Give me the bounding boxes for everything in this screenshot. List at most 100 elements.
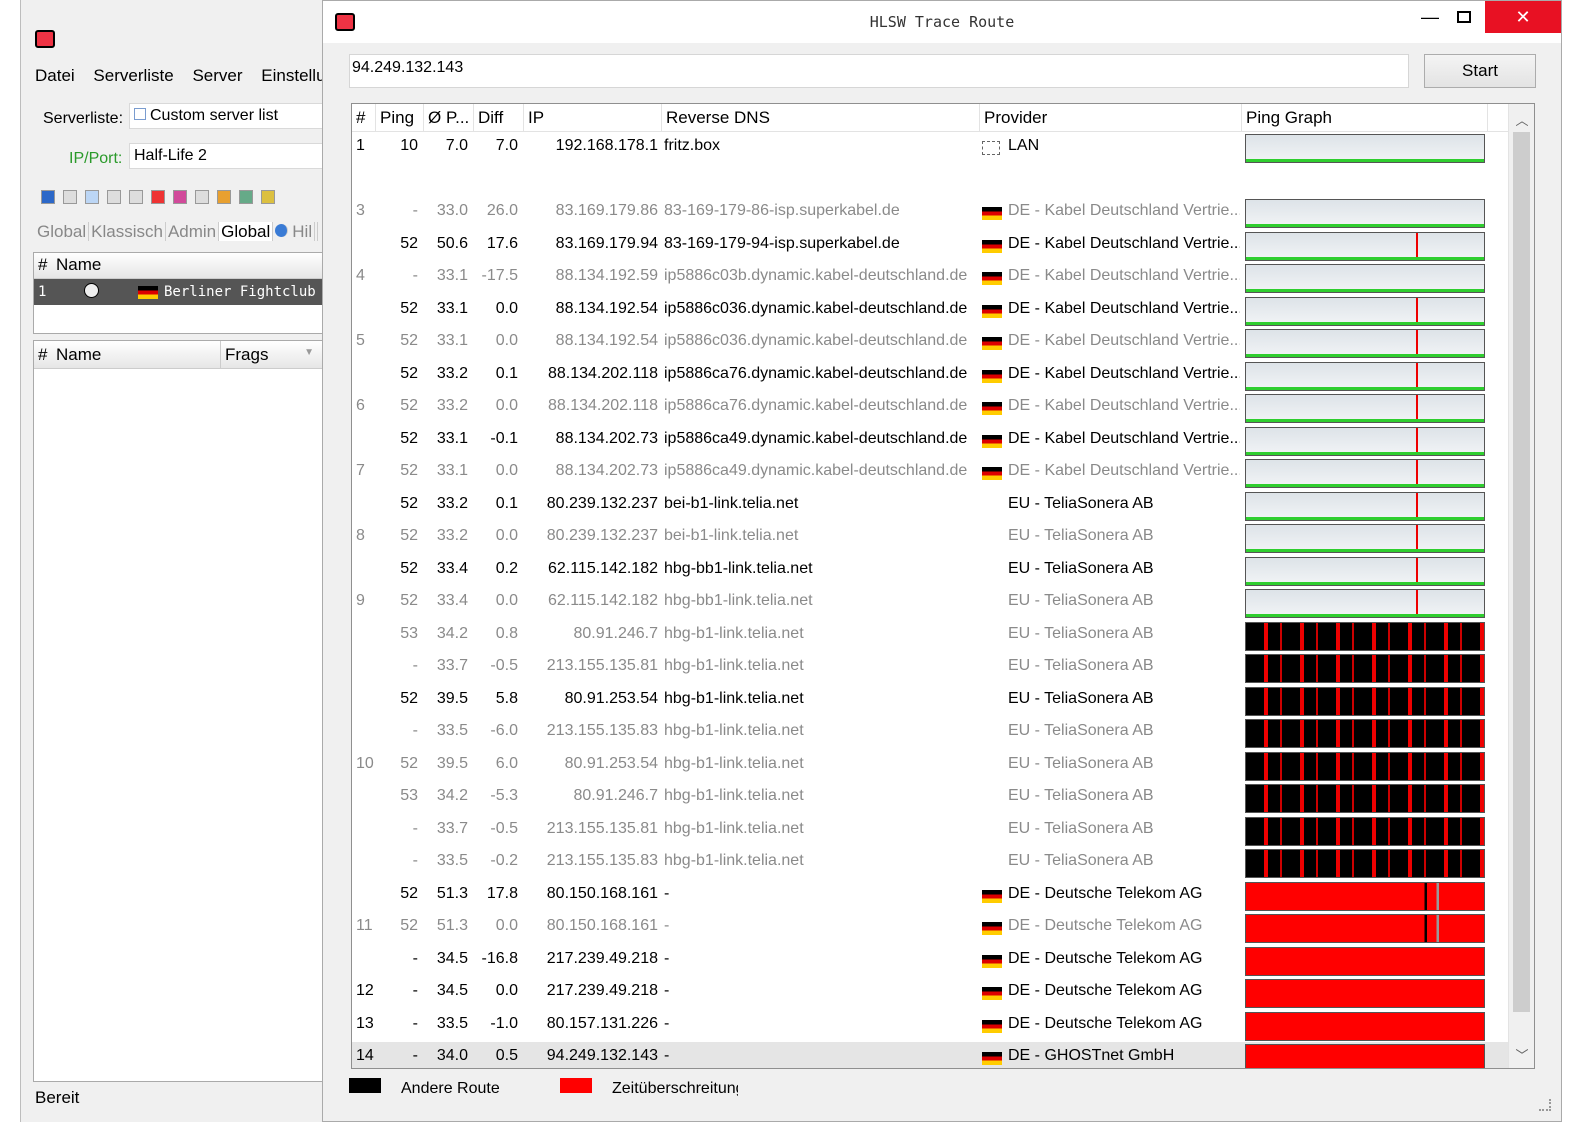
title-bar[interactable]: HLSW Trace Route — ✕ <box>323 1 1561 43</box>
table-row[interactable]: -33.7 -0.5 213.155.135.81 hbg-b1-link.telia… <box>352 815 1508 848</box>
table-row[interactable]: 6 52 33.2 0.0 88.134.202.118 ip5886ca76.dynam… <box>352 392 1508 425</box>
cell-dns: hbg-b1-link.telia.net <box>664 624 804 642</box>
search-icon[interactable] <box>63 190 77 204</box>
cell-ping: 52 <box>400 234 418 252</box>
col-name[interactable]: Name <box>56 345 101 365</box>
tab-hilfe[interactable]: Hil <box>273 222 319 241</box>
cell-avg: 33.2 <box>436 364 468 382</box>
tab-klassisch[interactable]: Klassisch <box>89 222 166 241</box>
ping-graph <box>1245 719 1485 748</box>
flag-de-icon <box>982 922 1002 935</box>
delete-icon[interactable] <box>151 190 165 204</box>
table-row[interactable]: 52 33.2 0.1 80.239.132.237 bei-b1-link.telia… <box>352 490 1508 523</box>
cell-ping: - <box>412 819 418 837</box>
ipport-field[interactable]: Half-Life 2 <box>129 143 322 169</box>
table-row[interactable]: 3 - 33.0 26.0 83.169.179.86 83-169-179-86-isp… <box>352 197 1508 230</box>
ping-graph <box>1245 1011 1485 1041</box>
col-avg-ping[interactable]: Ø P... <box>424 104 474 132</box>
start-button[interactable]: Start <box>1424 54 1536 88</box>
col-frags[interactable]: Frags ▼ <box>220 341 320 369</box>
cell-hop: 5 <box>356 332 365 349</box>
menu-einstellungen[interactable]: Einstellu <box>261 66 322 85</box>
col-reverse-dns[interactable]: Reverse DNS <box>662 104 980 132</box>
timeout-marker <box>1416 460 1418 484</box>
col-name[interactable]: Name <box>56 255 101 275</box>
cell-hop: 14 <box>356 1047 374 1064</box>
vertical-scrollbar[interactable]: ︿ ﹀ <box>1508 104 1534 1068</box>
table-row[interactable]: 5 52 33.1 0.0 88.134.192.54 ip5886c036.dynami… <box>352 327 1508 360</box>
cell-diff: 17.6 <box>486 234 518 252</box>
col-hop[interactable]: # <box>352 104 376 132</box>
table-row[interactable]: 7 52 33.1 0.0 88.134.202.73 ip5886ca49.dynami… <box>352 457 1508 490</box>
cell-avg: 34.2 <box>436 624 468 642</box>
window-icon[interactable] <box>85 190 99 204</box>
table-row[interactable]: 13-33.5 -1.0 80.157.131.226- DE - Deutsche … <box>352 1010 1508 1043</box>
play-icon[interactable] <box>41 190 55 204</box>
col-num[interactable]: # <box>38 345 47 365</box>
table-row[interactable]: 11 52 51.3 0.0 80.150.168.161- DE - Deutsche … <box>352 912 1508 945</box>
table-row[interactable]: 52 33.1 -0.1 88.134.202.73 ip5886ca49.dynami… <box>352 425 1508 458</box>
table-row[interactable]: 12-34.5 0.0 217.239.49.218- DE - Deutsche T… <box>352 977 1508 1010</box>
cell-hop: 1 <box>356 137 365 154</box>
table-row[interactable]: 1 10 7.0 7.0 192.168.178.1 fritz.box LAN <box>352 132 1508 165</box>
refresh-icon[interactable] <box>173 190 187 204</box>
ipport-label: IP/Port: <box>69 150 123 167</box>
resize-grip-icon[interactable] <box>1539 1099 1551 1111</box>
table-row[interactable]: 52 50.6 17.6 83.169.179.94 83-169-179-94-isp… <box>352 230 1508 263</box>
col-ip[interactable]: IP <box>524 104 662 132</box>
cell-provider: EU - TeliaSonera AB <box>1008 689 1154 707</box>
table-row[interactable] <box>352 165 1508 198</box>
col-ping[interactable]: Ping <box>376 104 424 132</box>
table-row[interactable]: 53 34.2 0.8 80.91.246.7 hbg-b1-link.telia.ne… <box>352 620 1508 653</box>
menu-serverliste[interactable]: Serverliste <box>93 66 173 85</box>
ip-input[interactable]: 94.249.132.143 <box>349 54 1409 88</box>
table-row[interactable]: 4 - 33.1 -17.5 88.134.192.59 ip5886c03b.dynam… <box>352 262 1508 295</box>
cell-dns: hbg-bb1-link.telia.net <box>664 559 813 577</box>
col-num[interactable]: # <box>38 255 47 275</box>
table-row[interactable]: 14-34.0 0.5 94.249.132.143- DE - GHOSTnet G… <box>352 1042 1508 1068</box>
table-row[interactable]: 52 39.5 5.8 80.91.253.54 hbg-b1-link.telia.n… <box>352 685 1508 718</box>
tab-global[interactable]: Global <box>35 222 90 241</box>
cell-dns: hbg-b1-link.telia.net <box>664 754 804 772</box>
info-icon[interactable] <box>261 190 275 204</box>
maximize-button[interactable] <box>1441 1 1487 33</box>
table-row[interactable]: 52 33.1 0.0 88.134.192.54 ip5886c036.dynamic… <box>352 295 1508 328</box>
table-row[interactable]: 1 Berliner Fightclub [NoS <box>34 279 322 305</box>
ping-graph <box>1245 686 1485 716</box>
scroll-down-icon[interactable]: ﹀ <box>1509 1045 1534 1064</box>
table-row[interactable]: 53 34.2 -5.3 80.91.246.7 hbg-b1-link.telia.n… <box>352 782 1508 815</box>
cell-ping: 10 <box>400 137 418 154</box>
table-row[interactable]: 52 33.4 0.2 62.115.142.182 hbg-bb1-link.teli… <box>352 555 1508 588</box>
table-row[interactable]: 52 33.2 0.1 88.134.202.118 ip5886ca76.dynami… <box>352 360 1508 393</box>
table-row[interactable]: 52 51.3 17.8 80.150.168.161- DE - Deutsche T… <box>352 880 1508 913</box>
edit-icon[interactable] <box>195 190 209 204</box>
toolbar <box>41 190 275 204</box>
scrollbar-thumb[interactable] <box>1513 132 1530 1012</box>
serverliste-select[interactable]: Custom server list <box>129 103 322 129</box>
tab-global-active[interactable]: Global <box>219 222 274 241</box>
close-button[interactable]: ✕ <box>1485 1 1561 33</box>
table-row[interactable]: - 33.5 -6.0 213.155.135.83 hbg-b1-link.telia… <box>352 717 1508 750</box>
menu-datei[interactable]: Datei <box>35 66 75 85</box>
table-row[interactable]: 9 52 33.4 0.0 62.115.142.182 hbg-bb1-link.tel… <box>352 587 1508 620</box>
copy-icon[interactable] <box>129 190 143 204</box>
page-icon[interactable] <box>107 190 121 204</box>
col-ping-graph[interactable]: Ping Graph <box>1242 104 1488 132</box>
cell-provider: EU - TeliaSonera AB <box>1008 559 1154 577</box>
table-row[interactable]: - 33.5 -0.2 213.155.135.83 hbg-b1-link.telia… <box>352 847 1508 880</box>
col-provider[interactable]: Provider <box>980 104 1242 132</box>
tool-icon[interactable] <box>217 190 231 204</box>
table-row[interactable]: -33.7 -0.5 213.155.135.81 hbg-b1-link.telia… <box>352 652 1508 685</box>
map-icon[interactable] <box>239 190 253 204</box>
cell-dns: hbg-b1-link.telia.net <box>664 657 804 674</box>
cell-diff: -0.2 <box>490 852 518 869</box>
col-diff[interactable]: Diff <box>474 104 524 132</box>
cell-avg: 33.1 <box>436 299 468 317</box>
table-row[interactable]: -34.5 -16.8 217.239.49.218- DE - Deutsche T… <box>352 945 1508 978</box>
table-row[interactable]: 8 52 33.2 0.0 80.239.132.237 bei-b1-link.teli… <box>352 522 1508 555</box>
table-row[interactable]: 10 52 39.5 6.0 80.91.253.54 hbg-b1-link.telia… <box>352 750 1508 783</box>
scroll-up-icon[interactable]: ︿ <box>1509 110 1534 129</box>
tab-admin[interactable]: Admin <box>165 222 220 241</box>
menu-server[interactable]: Server <box>192 66 242 85</box>
cell-ping: 52 <box>400 917 418 934</box>
